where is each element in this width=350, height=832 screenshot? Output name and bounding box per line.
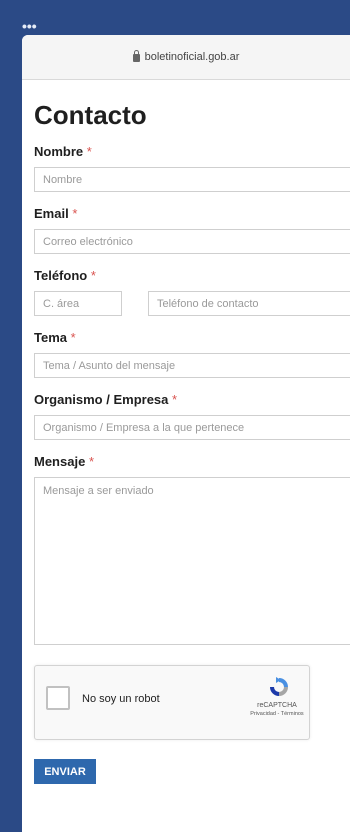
- organismo-label-text: Organismo / Empresa: [34, 392, 169, 407]
- area-code-placeholder: C. área: [43, 297, 80, 310]
- organismo-label: Organismo / Empresa *: [34, 392, 350, 410]
- email-input[interactable]: Correo electrónico: [34, 229, 350, 254]
- nombre-placeholder: Nombre: [43, 173, 83, 186]
- telefono-row: C. área Teléfono de contacto: [34, 291, 350, 316]
- nombre-label-text: Nombre: [34, 144, 84, 159]
- lock-icon: [132, 50, 140, 62]
- mensaje-textarea[interactable]: Mensaje a ser enviado: [34, 477, 350, 645]
- required-mark: *: [88, 454, 94, 469]
- tema-label: Tema *: [34, 330, 350, 348]
- mensaje-placeholder: Mensaje a ser enviado: [43, 485, 154, 497]
- address-bar[interactable]: boletinoficial.gob.ar: [22, 35, 350, 80]
- nombre-input[interactable]: Nombre: [34, 167, 350, 192]
- recaptcha-widget: No soy un robot reCAPTCHA Privacidad - T…: [34, 665, 310, 740]
- required-mark: *: [70, 330, 76, 345]
- email-placeholder: Correo electrónico: [43, 235, 133, 248]
- browser-window: boletinoficial.gob.ar Contacto Nombre * …: [22, 35, 350, 832]
- required-mark: *: [72, 206, 78, 221]
- recaptcha-checkbox[interactable]: [46, 686, 70, 710]
- area-code-input[interactable]: C. área: [34, 291, 122, 316]
- nombre-label: Nombre *: [34, 144, 350, 162]
- recaptcha-brand: reCAPTCHA: [257, 702, 297, 709]
- tema-placeholder: Tema / Asunto del mensaje: [43, 359, 176, 372]
- telefono-label-text: Teléfono: [34, 268, 88, 283]
- email-label: Email *: [34, 206, 350, 224]
- contact-form: Contacto Nombre * Nombre Email * Correo …: [22, 80, 350, 784]
- tema-input[interactable]: Tema / Asunto del mensaje: [34, 353, 350, 378]
- organismo-placeholder: Organismo / Empresa a la que pertenece: [43, 421, 245, 434]
- required-mark: *: [86, 144, 92, 159]
- url-text: boletinoficial.gob.ar: [144, 51, 240, 63]
- phone-placeholder: Teléfono de contacto: [157, 297, 259, 310]
- mensaje-label: Mensaje *: [34, 454, 350, 472]
- recaptcha-label: No soy un robot: [82, 693, 160, 705]
- mensaje-label-text: Mensaje: [34, 454, 86, 469]
- browser-menu-dots-icon[interactable]: •••: [22, 19, 37, 33]
- phone-input[interactable]: Teléfono de contacto: [148, 291, 350, 316]
- submit-button[interactable]: ENVIAR: [34, 759, 96, 784]
- telefono-label: Teléfono *: [34, 268, 350, 286]
- recaptcha-logo-icon: [270, 677, 288, 696]
- organismo-input[interactable]: Organismo / Empresa a la que pertenece: [34, 415, 350, 440]
- tema-label-text: Tema: [34, 330, 67, 345]
- required-mark: *: [90, 268, 96, 283]
- recaptcha-links[interactable]: Privacidad - Términos: [227, 711, 327, 717]
- page-title: Contacto: [34, 100, 147, 130]
- email-label-text: Email: [34, 206, 69, 221]
- required-mark: *: [172, 392, 178, 407]
